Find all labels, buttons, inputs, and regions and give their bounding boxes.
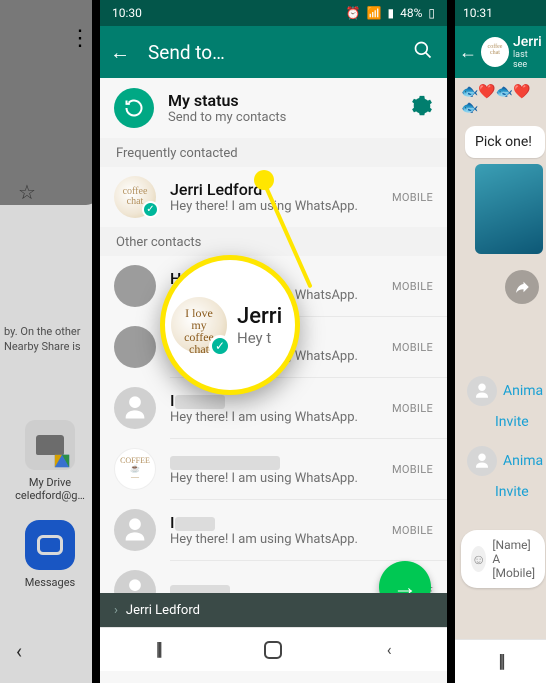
contact-status: Hey there! I am using WhatsApp. bbox=[170, 532, 392, 547]
android-nav-bar: ||| ‹ bbox=[100, 627, 447, 671]
avatar bbox=[467, 446, 497, 476]
forward-button[interactable] bbox=[505, 270, 539, 304]
share-target-drive-title: My Drive bbox=[12, 476, 88, 489]
my-status-title: My status bbox=[168, 91, 286, 110]
contact-type-label: MOBILE bbox=[392, 191, 433, 204]
selection-bar-text: Jerri Ledford bbox=[126, 603, 200, 618]
message-reactions: 🐟❤️🐟❤️🐟 bbox=[461, 84, 546, 116]
contact-row[interactable]: COFFEE☕— Hey there! I am using WhatsApp.… bbox=[100, 439, 447, 499]
back-chevron-icon[interactable]: ‹ bbox=[16, 639, 22, 663]
share-caption-line1: by. On the other bbox=[4, 325, 80, 338]
my-status-subtitle: Send to my contacts bbox=[168, 110, 286, 125]
back-button[interactable]: ← bbox=[110, 40, 138, 65]
media-thumbnail[interactable] bbox=[475, 164, 543, 254]
contact-type-label: MOBILE bbox=[392, 280, 433, 293]
invite-button[interactable]: Invite bbox=[495, 484, 546, 500]
messages-icon bbox=[37, 535, 63, 555]
app-bar: ← Send to… bbox=[100, 26, 447, 78]
share-caption-line2: Nearby Share is bbox=[4, 340, 81, 353]
search-icon bbox=[413, 40, 433, 60]
avatar bbox=[114, 265, 156, 307]
home-button[interactable] bbox=[259, 636, 287, 664]
message-input[interactable]: ☺ [Name] A [Mobile] bbox=[461, 530, 545, 588]
invite-button[interactable]: Invite bbox=[495, 414, 546, 430]
share-target-messages-title: Messages bbox=[12, 576, 88, 589]
shared-contact[interactable]: Anima bbox=[467, 376, 546, 406]
chat-title: Jerri bbox=[513, 34, 542, 50]
avatar bbox=[114, 387, 156, 429]
emoji-icon[interactable]: ☺ bbox=[471, 546, 486, 572]
section-other-contacts: Other contacts bbox=[100, 227, 447, 256]
contact-type-label: MOBILE bbox=[392, 341, 433, 354]
contact-name: I bbox=[170, 391, 392, 410]
share-target-drive[interactable]: My Drive celedford@g… bbox=[12, 420, 88, 502]
signal-icon: ▮ bbox=[388, 6, 395, 20]
contact-name bbox=[170, 452, 392, 471]
chat-app-bar: ← coffeechat Jerri last see bbox=[455, 26, 546, 78]
share-target-messages[interactable]: Messages bbox=[12, 520, 88, 589]
folder-icon bbox=[36, 435, 64, 455]
contact-row[interactable]: I Hey there! I am using WhatsApp. MOBILE bbox=[100, 378, 447, 438]
my-status-row[interactable]: My status Send to my contacts bbox=[100, 78, 447, 138]
shared-contact-name: Anima bbox=[503, 453, 543, 469]
status-bar: 10:31 bbox=[455, 0, 546, 26]
selected-checkmark-icon: ✓ bbox=[209, 335, 231, 357]
magnified-contact-status: Hey t bbox=[237, 329, 282, 347]
contact-status: Hey there! I am using WhatsApp. bbox=[170, 471, 392, 486]
contact-type-label: MOBILE bbox=[392, 463, 433, 476]
shared-contact[interactable]: Anima bbox=[467, 446, 546, 476]
contact-row[interactable]: I Hey there! I am using WhatsApp. MOBILE bbox=[100, 500, 447, 560]
whatsapp-chat-screen: 10:31 ← coffeechat Jerri last see 🐟❤️🐟❤️… bbox=[455, 0, 546, 683]
overflow-menu-icon[interactable] bbox=[62, 28, 86, 52]
underlying-share-sheet: ☆ by. On the other Nearby Share is My Dr… bbox=[0, 0, 100, 683]
google-drive-icon bbox=[55, 455, 69, 468]
avatar: COFFEE☕— bbox=[114, 448, 156, 490]
chat-subtitle: last see bbox=[513, 50, 542, 70]
back-nav-button[interactable]: ‹ bbox=[375, 636, 403, 664]
app-bar-title: Send to… bbox=[148, 41, 409, 64]
status-privacy-button[interactable] bbox=[411, 95, 433, 121]
recents-button[interactable]: ||| bbox=[144, 636, 172, 664]
contact-type-label: MOBILE bbox=[392, 402, 433, 415]
wifi-icon: 📶 bbox=[367, 6, 382, 20]
avatar bbox=[114, 509, 156, 551]
forward-icon bbox=[513, 278, 531, 296]
incoming-message[interactable]: Pick one! bbox=[465, 126, 545, 158]
gear-icon bbox=[411, 95, 433, 117]
recents-button[interactable]: ||| bbox=[498, 651, 502, 672]
section-frequently-contacted: Frequently contacted bbox=[100, 138, 447, 167]
star-icon: ☆ bbox=[18, 180, 36, 204]
avatar bbox=[114, 326, 156, 368]
android-nav-bar: ||| bbox=[455, 639, 546, 683]
status-bar: 10:30 ⏰ 📶 ▮ 48% ▯ bbox=[100, 0, 447, 26]
contact-type-label: MOBILE bbox=[392, 524, 433, 537]
status-update-icon bbox=[114, 88, 154, 128]
back-button[interactable]: ← bbox=[459, 42, 477, 63]
battery-percent: 48% bbox=[400, 6, 422, 20]
search-button[interactable] bbox=[409, 40, 437, 64]
contact-name: I bbox=[170, 513, 392, 532]
selection-bar[interactable]: › Jerri Ledford bbox=[100, 593, 447, 627]
avatar: I love mycoffeechat ✓ bbox=[171, 297, 227, 353]
status-clock: 10:30 bbox=[112, 6, 142, 20]
avatar bbox=[467, 376, 497, 406]
alarm-icon: ⏰ bbox=[346, 6, 361, 20]
battery-icon: ▯ bbox=[428, 6, 435, 20]
chat-avatar[interactable]: coffeechat bbox=[481, 37, 509, 67]
status-clock: 10:31 bbox=[463, 6, 493, 20]
quoted-line1: [Name] A bbox=[492, 538, 530, 566]
contact-status: Hey there! I am using WhatsApp. bbox=[170, 199, 392, 214]
callout-anchor-dot bbox=[254, 170, 274, 190]
magnifier-callout: I love mycoffeechat ✓ Jerri Hey t bbox=[160, 255, 300, 395]
share-caption: by. On the other Nearby Share is bbox=[4, 325, 81, 355]
contact-name: Jerri Ledford bbox=[170, 180, 392, 199]
share-target-drive-account: celedford@g… bbox=[12, 489, 88, 502]
magnified-contact-name: Jerri bbox=[237, 304, 282, 329]
chevron-right-icon: › bbox=[114, 603, 118, 618]
message-text: Pick one! bbox=[475, 134, 532, 150]
quoted-line2: [Mobile] bbox=[492, 566, 535, 580]
contact-status: Hey there! I am using WhatsApp. bbox=[170, 410, 392, 425]
shared-contact-name: Anima bbox=[503, 383, 543, 399]
selected-checkmark-icon: ✓ bbox=[142, 201, 159, 218]
